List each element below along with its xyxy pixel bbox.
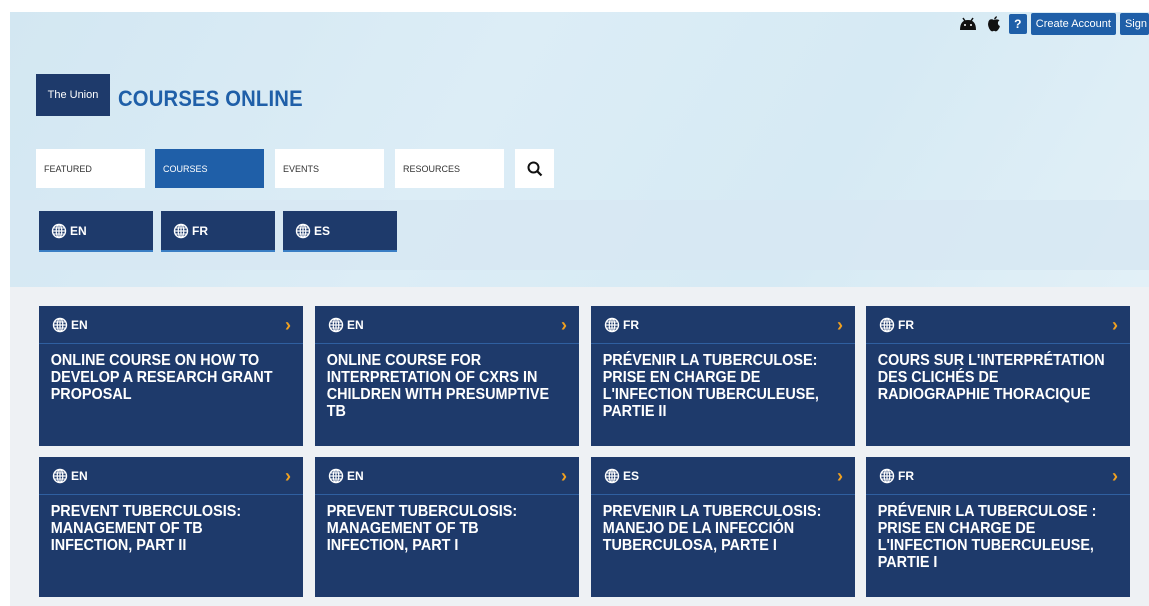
site-title[interactable]: COURSES ONLINE bbox=[118, 86, 303, 112]
course-card[interactable]: FR › COURS SUR L'INTERPRÉTATION DES CLICH… bbox=[866, 306, 1130, 446]
globe-icon bbox=[328, 317, 344, 333]
course-card[interactable]: EN › PREVENT TUBERCULOSIS: MANAGEMENT OF … bbox=[315, 457, 579, 597]
card-title: COURS SUR L'INTERPRÉTATION DES CLICHÉS D… bbox=[877, 352, 1105, 403]
nav-featured[interactable]: FEATURED bbox=[36, 149, 145, 188]
lang-filter-es[interactable]: ES bbox=[283, 211, 397, 252]
chevron-right-icon: › bbox=[837, 314, 843, 335]
course-card[interactable]: ES › PREVENIR LA TUBERCULOSIS: MANEJO DE … bbox=[591, 457, 855, 597]
chevron-right-icon: › bbox=[837, 465, 843, 486]
lang-filter-label: FR bbox=[192, 223, 208, 238]
card-language: FR bbox=[898, 317, 914, 332]
course-card[interactable]: FR › PRÉVENIR LA TUBERCULOSE : PRISE EN C… bbox=[866, 457, 1130, 597]
card-title: PREVENT TUBERCULOSIS: MANAGEMENT OF TB I… bbox=[50, 503, 242, 554]
card-language: EN bbox=[347, 468, 364, 483]
sign-in-button[interactable]: Sign bbox=[1119, 13, 1149, 35]
lang-filter-en[interactable]: EN bbox=[39, 211, 153, 252]
card-language: EN bbox=[71, 317, 88, 332]
card-title: PREVENT TUBERCULOSIS: MANAGEMENT OF TB I… bbox=[326, 503, 518, 554]
card-language: ES bbox=[623, 468, 640, 483]
globe-icon bbox=[604, 317, 620, 333]
android-icon[interactable] bbox=[957, 13, 979, 35]
top-bar: ? Create Account Sign bbox=[957, 12, 1149, 36]
lang-filter-label: EN bbox=[70, 223, 87, 238]
card-language: FR bbox=[623, 317, 639, 332]
globe-icon bbox=[173, 223, 189, 239]
course-card[interactable]: EN › ONLINE COURSE ON HOW TO DEVELOP A RE… bbox=[39, 306, 303, 446]
search-icon bbox=[527, 161, 543, 177]
chevron-right-icon: › bbox=[285, 465, 291, 486]
chevron-right-icon: › bbox=[1112, 314, 1118, 335]
globe-icon bbox=[51, 223, 67, 239]
globe-icon bbox=[52, 317, 68, 333]
globe-icon bbox=[879, 317, 895, 333]
course-card[interactable]: EN › ONLINE COURSE FOR INTERPRETATION OF … bbox=[315, 306, 579, 446]
nav-courses[interactable]: COURSES bbox=[155, 149, 264, 188]
chevron-right-icon: › bbox=[285, 314, 291, 335]
card-language: EN bbox=[347, 317, 364, 332]
course-card[interactable]: EN › PREVENT TUBERCULOSIS: MANAGEMENT OF … bbox=[39, 457, 303, 597]
globe-icon bbox=[879, 468, 895, 484]
chevron-right-icon: › bbox=[561, 465, 567, 486]
course-card[interactable]: FR › PRÉVENIR LA TUBERCULOSE: PRISE EN CH… bbox=[591, 306, 855, 446]
card-language: EN bbox=[71, 468, 88, 483]
card-title: ONLINE COURSE ON HOW TO DEVELOP A RESEAR… bbox=[50, 352, 273, 403]
card-title: PREVENIR LA TUBERCULOSIS: MANEJO DE LA I… bbox=[602, 503, 822, 554]
create-account-button[interactable]: Create Account bbox=[1030, 13, 1116, 35]
card-title: PRÉVENIR LA TUBERCULOSE: PRISE EN CHARGE… bbox=[602, 352, 819, 420]
chevron-right-icon: › bbox=[1112, 465, 1118, 486]
apple-icon[interactable] bbox=[983, 13, 1005, 35]
globe-icon bbox=[52, 468, 68, 484]
globe-icon bbox=[328, 468, 344, 484]
globe-icon bbox=[604, 468, 620, 484]
nav-resources[interactable]: RESOURCES bbox=[395, 149, 504, 188]
card-language: FR bbox=[898, 468, 914, 483]
lang-filter-fr[interactable]: FR bbox=[161, 211, 275, 252]
globe-icon bbox=[295, 223, 311, 239]
search-button[interactable] bbox=[515, 149, 554, 188]
nav-events[interactable]: EVENTS bbox=[275, 149, 384, 188]
card-title: PRÉVENIR LA TUBERCULOSE : PRISE EN CHARG… bbox=[877, 503, 1097, 571]
card-title: ONLINE COURSE FOR INTERPRETATION OF CXRS… bbox=[326, 352, 550, 420]
chevron-right-icon: › bbox=[561, 314, 567, 335]
lang-filter-label: ES bbox=[314, 223, 331, 238]
union-logo[interactable]: The Union bbox=[36, 74, 110, 116]
help-button[interactable]: ? bbox=[1008, 14, 1027, 34]
